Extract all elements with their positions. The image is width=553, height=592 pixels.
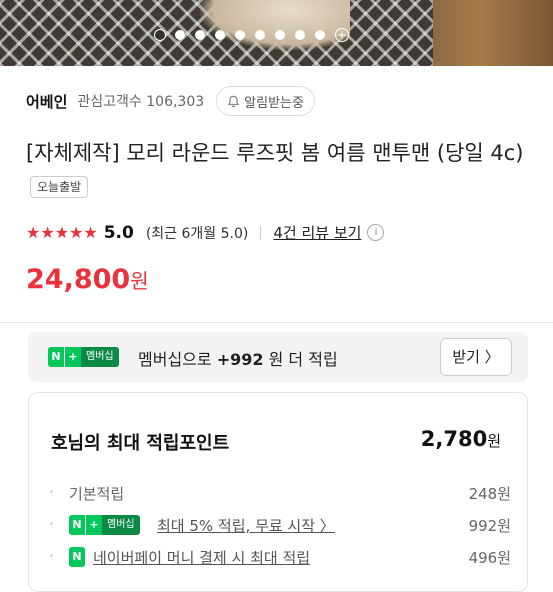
points-total: 2,780원 <box>421 427 501 451</box>
receive-button[interactable]: 받기 〉 <box>440 338 512 376</box>
carousel-dot[interactable] <box>315 30 325 40</box>
membership-prefix: 멤버십으로 <box>138 350 212 369</box>
points-title: 호님의 최대 적립포인트 <box>51 433 230 454</box>
bullet-icon: · <box>49 483 54 501</box>
membership-badge-label: 멤버십 <box>102 515 140 535</box>
follower-count: 관심고객수 106,303 <box>77 94 205 110</box>
points-total-unit: 원 <box>487 432 501 450</box>
rating-score: 5.0 <box>103 222 134 243</box>
carousel-dot[interactable] <box>175 30 185 40</box>
bell-icon <box>228 95 240 107</box>
membership-suffix: 원 더 적립 <box>268 350 338 369</box>
bullet-icon: · <box>49 515 54 533</box>
points-row-label: 기본적립 <box>69 485 125 503</box>
divider <box>260 225 262 240</box>
membership-points-link[interactable]: 최대 5% 적립, 무료 시작 〉 <box>157 515 335 536</box>
carousel-dot[interactable] <box>275 30 285 40</box>
product-image-carousel[interactable]: + <box>0 0 553 66</box>
carousel-dot[interactable] <box>255 30 265 40</box>
membership-badge-label: 멤버십 <box>81 347 119 367</box>
rating-row: ★★★★★ 5.0 (최근 6개월 5.0) 4건 리뷰 보기 i <box>26 222 385 243</box>
naver-pay-points-link[interactable]: 네이버페이 머니 결제 시 최대 적립 <box>93 547 310 568</box>
membership-banner: N + 멤버십 멤버십으로 +992 원 더 적립 받기 〉 <box>28 332 528 382</box>
naver-n-icon: N <box>69 515 85 535</box>
product-title-text: [자체제작] 모리 라운드 루즈핏 봄 여름 맨투맨 (당일 4c) <box>26 141 524 165</box>
price-unit: 원 <box>130 269 149 293</box>
recent-rating: (최근 6개월 5.0) <box>145 225 249 242</box>
naver-plus-membership-badge: N + 멤버십 <box>69 515 140 535</box>
max-points-panel: 호님의 최대 적립포인트 2,780원 · 기본적립 248원 · N + 멤버… <box>28 392 528 592</box>
shipping-badge: 오늘출발 <box>30 176 89 198</box>
naver-n-icon: N <box>48 347 64 367</box>
points-row-value: 248원 <box>468 485 511 503</box>
carousel-indicators: + <box>155 28 349 42</box>
product-image-background <box>433 0 553 66</box>
naver-n-icon: N <box>69 547 85 567</box>
star-rating-icon: ★★★★★ <box>26 223 98 242</box>
section-divider <box>0 322 553 323</box>
carousel-more-icon[interactable]: + <box>335 28 349 42</box>
carousel-dot[interactable] <box>235 30 245 40</box>
membership-points: +992 <box>216 350 264 369</box>
info-icon[interactable]: i <box>367 224 385 241</box>
product-image <box>200 0 350 50</box>
points-row-value: 496원 <box>468 549 511 567</box>
review-link[interactable]: 4건 리뷰 보기 <box>273 222 361 243</box>
seller-name[interactable]: 어베인 <box>26 91 67 112</box>
price: 24,800원 <box>26 264 149 295</box>
naver-plus-membership-badge: N + 멤버십 <box>48 347 119 367</box>
membership-text: 멤버십으로 +992 원 더 적립 <box>138 346 338 370</box>
bullet-icon: · <box>49 547 54 565</box>
price-amount: 24,800 <box>26 264 131 295</box>
plus-icon: + <box>64 347 81 367</box>
product-title: [자체제작] 모리 라운드 루즈핏 봄 여름 맨투맨 (당일 4c) 오늘출발 <box>26 136 531 204</box>
points-total-amount: 2,780 <box>420 427 488 451</box>
carousel-dot[interactable] <box>195 30 205 40</box>
seller-info: 어베인 관심고객수 106,303 알림받는중 <box>26 86 315 116</box>
notify-button-label: 알림받는중 <box>244 95 304 111</box>
carousel-dot[interactable] <box>215 30 225 40</box>
plus-icon: + <box>85 515 102 535</box>
points-row-value: 992원 <box>468 517 511 535</box>
naver-pay-icon: N <box>69 547 85 567</box>
notify-button[interactable]: 알림받는중 <box>216 86 315 116</box>
carousel-dot-active[interactable] <box>155 30 165 40</box>
carousel-dot[interactable] <box>295 30 305 40</box>
